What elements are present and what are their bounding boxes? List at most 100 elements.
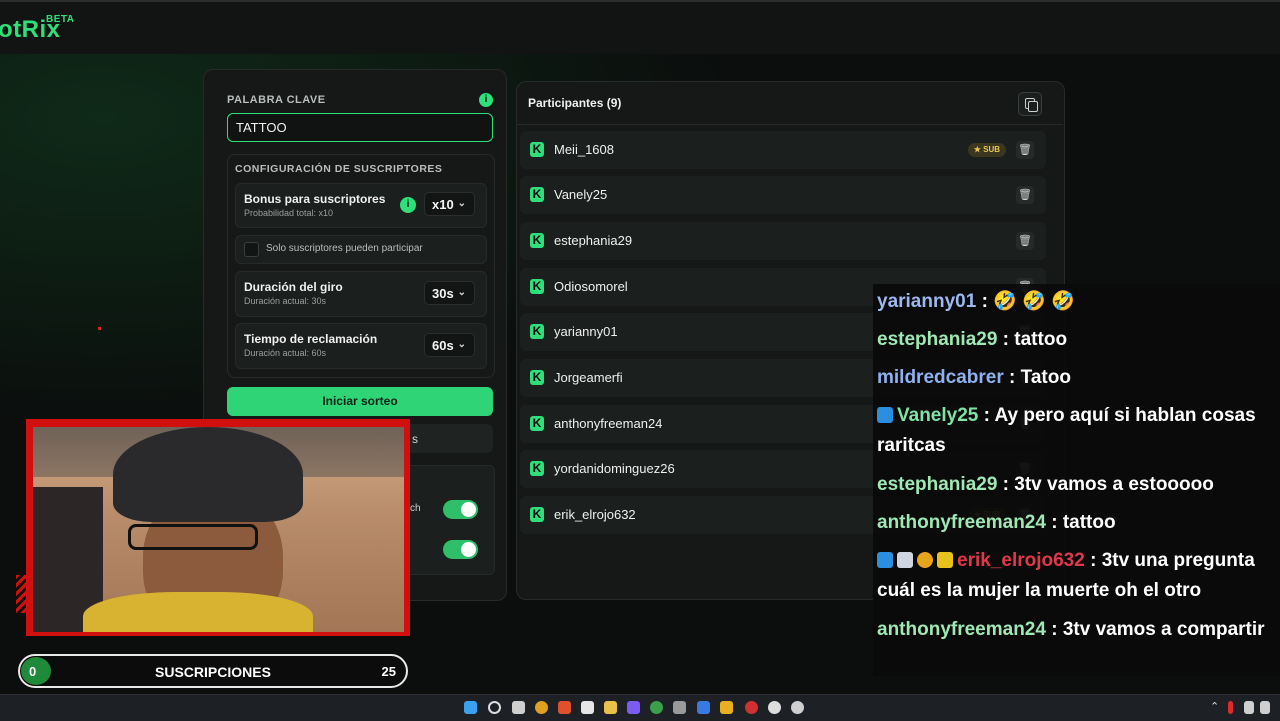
diamond-badge-icon [897,552,913,568]
chevron-down-icon: ⌄ [457,339,466,350]
chat-message: yarianny01 : 🤣 🤣 🤣 [877,291,1075,312]
app-icon[interactable] [745,701,758,714]
network-icon[interactable] [1244,701,1254,714]
chat-message: mildredcabrer : Tatoo [877,367,1071,388]
participant-name: Odiosomorel [554,279,628,294]
bonus-info-icon[interactable]: i [400,197,416,213]
keyword-label: PALABRA CLAVE [227,94,326,106]
chat-username: erik_elrojo632 [957,550,1085,571]
participant-name: anthonyfreeman24 [554,416,663,431]
taskbar: ⌃ [0,694,1280,721]
kick-icon: K [530,279,544,294]
webcam-video [33,427,404,632]
kick-icon: K [530,370,544,385]
spin-duration-subtitle: Duración actual: 30s [244,296,327,306]
shield-icon[interactable] [697,701,710,714]
participant-name: yordanidominguez26 [554,461,675,476]
chat-message: anthonyfreeman24 : tattoo [877,512,1116,533]
trash-icon[interactable]: 🗑 [1016,186,1034,204]
chevron-down-icon: ⌄ [457,287,466,298]
chat-message: anthonyfreeman24 : 3tv vamos a compartir [877,619,1265,640]
chat-username: anthonyfreeman24 [877,512,1046,533]
subs-only-checkbox[interactable] [244,242,259,257]
kick-icon: K [530,507,544,522]
spin-duration-title: Duración del giro [244,280,343,294]
subscription-goal-bar: 0 SUSCRIPCIONES 25 [18,654,408,688]
app-icon[interactable] [627,701,640,714]
copy-icon[interactable] [1018,92,1042,116]
chat-message: estephania29 : 3tv vamos a estooooo [877,474,1214,495]
chrome-icon[interactable] [650,701,663,714]
participants-divider [516,124,1063,125]
kick-icon: K [530,233,544,248]
participant-row: K Meii_1608 ★ SUB 🗑 [520,131,1046,169]
media-player-icon[interactable] [791,701,804,714]
search-icon[interactable] [488,701,501,714]
brave-icon[interactable] [558,701,571,714]
participants-title: Participantes (9) [528,96,622,110]
claim-time-title: Tiempo de reclamación [244,332,378,346]
trash-icon[interactable]: 🗑 [1016,141,1034,159]
app-header: otRix BETA [0,0,1280,57]
kick-icon: K [530,142,544,157]
bits-badge-icon [917,552,933,568]
participant-name: Jorgeamerfi [554,370,623,385]
claim-time-subtitle: Duración actual: 60s [244,348,327,358]
keyword-input[interactable]: TATTOO [227,113,493,142]
chat-username: mildredcabrer [877,367,1004,388]
goal-target: 25 [381,664,396,679]
app-logo[interactable]: otRix BETA [0,14,74,44]
task-view-icon[interactable] [512,701,525,714]
chat-username: estephania29 [877,474,998,495]
chat-message: Vanely25 : Ay pero aquí si hablan cosas … [877,405,1256,456]
toggle-switch-1[interactable] [443,500,478,519]
participant-row: K Vanely25 🗑 [520,176,1046,214]
bonus-select[interactable]: x10 ⌄ [424,192,475,216]
folder-icon[interactable] [604,701,617,714]
subscriber-config-title: CONFIGURACIÓN DE SUSCRIPTORES [235,163,443,175]
chat-overlay: yarianny01 : 🤣 🤣 🤣 estephania29 : tattoo… [873,284,1280,676]
participant-name: yarianny01 [554,324,618,339]
kick-icon: K [530,416,544,431]
participant-row: Kestephania29 🗑 [520,222,1046,260]
chat-username: estephania29 [877,329,998,350]
chat-username: yarianny01 [877,291,977,312]
red-dot [98,327,101,330]
chat-message: erik_elrojo632 : 3tv una pregunta cuál e… [877,550,1255,601]
participant-name: erik_elrojo632 [554,507,636,522]
participant-name: estephania29 [554,233,633,248]
obs-icon[interactable] [768,701,781,714]
crown-badge-icon [937,552,953,568]
webcam-person-glasses [128,524,258,550]
claim-time-select[interactable]: 60s ⌄ [424,333,475,357]
keyword-info-icon[interactable]: i [479,93,493,107]
chevron-up-icon[interactable]: ⌃ [1210,700,1219,713]
toggle-switch-2[interactable] [443,540,478,559]
kick-icon: K [530,187,544,202]
bonus-subtitle: Probabilidad total: x10 [244,208,334,218]
calendar-icon[interactable] [581,701,594,714]
webcam-person-cap [113,427,303,522]
participant-name: Vanely25 [554,187,608,202]
star-icon: ★ [973,145,984,154]
kick-icon: K [530,324,544,339]
webcam-person-shirt [83,592,313,632]
chrome-icon[interactable] [535,701,548,714]
app-icon[interactable] [673,701,686,714]
prime-badge-icon [877,552,893,568]
subs-only-label: Solo suscriptores pueden participar [266,243,423,254]
prime-badge-icon [877,407,893,423]
app-icon[interactable] [720,701,733,714]
trash-icon[interactable]: 🗑 [1016,232,1034,250]
goal-label: SUSCRIPCIONES [155,664,271,680]
beta-badge: BETA [46,14,75,25]
webcam-frame-stripes [16,575,26,613]
windows-start-icon[interactable] [464,701,477,714]
chat-username: anthonyfreeman24 [877,619,1046,640]
volume-icon[interactable] [1260,701,1270,714]
start-raffle-button[interactable]: Iniciar sorteo [227,387,493,416]
microphone-icon[interactable] [1228,701,1233,714]
spin-duration-select[interactable]: 30s ⌄ [424,281,475,305]
chat-message: estephania29 : tattoo [877,329,1068,350]
keyword-value: TATTOO [236,120,287,135]
